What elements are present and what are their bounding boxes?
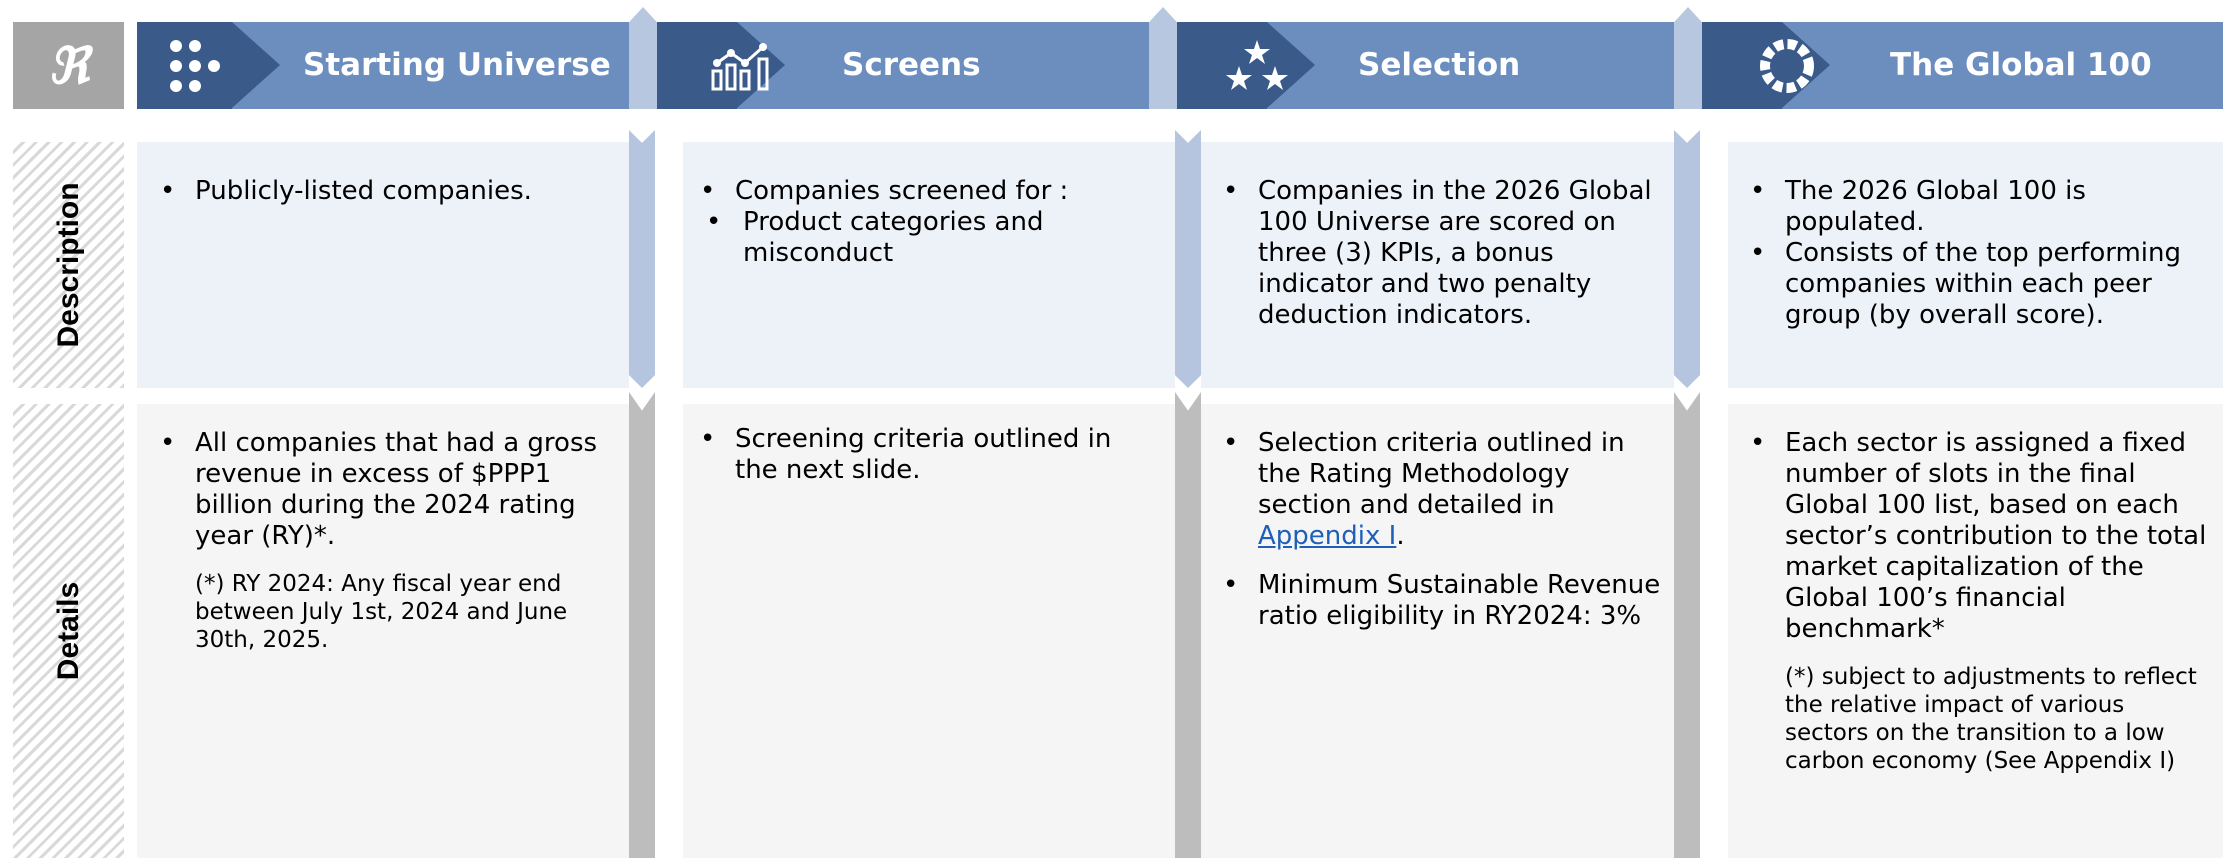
chart-icon	[707, 22, 777, 109]
header-separator	[1674, 7, 1702, 109]
header-global-100: The Global 100	[1702, 22, 2223, 109]
header-screens: Screens	[657, 22, 1149, 109]
description-text-4: The 2026 Global 100 is populated. Consis…	[1748, 176, 2213, 331]
description-text-3: Companies in the 2026 Global 100 Univers…	[1221, 176, 1666, 331]
details-text-3: Selection criteria outlined in the Ratin…	[1221, 428, 1666, 632]
bullet-item: Each sector is assigned a fixed number o…	[1748, 428, 2213, 645]
details-text-4: Each sector is assigned a fixed number o…	[1748, 428, 2213, 775]
bullet-item: Screening criteria outlined in the next …	[698, 424, 1158, 486]
ring-icon	[1752, 22, 1822, 109]
footnote: (*) subject to adjustments to reflect th…	[1785, 664, 2197, 774]
header-starting-universe: Starting Universe	[137, 22, 629, 109]
column-separator	[1674, 130, 1700, 388]
header-title: Selection	[1358, 47, 1521, 83]
row-label-details: Details	[13, 404, 124, 858]
header-separator	[1149, 7, 1177, 109]
bullet-item: Consists of the top performing companies…	[1748, 238, 2213, 331]
bullet-item: Publicly-listed companies.	[158, 176, 618, 207]
header-title: Starting Universe	[303, 47, 611, 83]
column-separator	[1175, 130, 1201, 388]
header-selection: Selection	[1177, 22, 1674, 109]
description-text-1: Publicly-listed companies.	[158, 176, 618, 207]
grid-dots-icon	[165, 22, 225, 109]
column-separator	[1175, 392, 1201, 858]
appendix-link[interactable]: Appendix I	[1258, 521, 1396, 551]
footnote: (*) RY 2024: Any fiscal year end between…	[195, 571, 568, 653]
logo-mark: ℜ	[48, 36, 89, 95]
bullet-item: All companies that had a gross revenue i…	[158, 428, 618, 552]
header-title: Screens	[842, 47, 981, 83]
column-separator	[1674, 392, 1700, 858]
stars-icon	[1222, 22, 1292, 109]
bullet-item: The 2026 Global 100 is populated.	[1748, 176, 2213, 238]
column-separator	[629, 130, 655, 388]
logo: ℜ	[13, 22, 124, 109]
description-text-2: Companies screened for : Product categor…	[698, 176, 1158, 269]
bullet-item: Companies in the 2026 Global 100 Univers…	[1221, 176, 1666, 331]
column-separator	[629, 392, 655, 858]
details-text-2: Screening criteria outlined in the next …	[698, 424, 1158, 486]
header-title: The Global 100	[1890, 47, 2152, 83]
bullet-item: Selection criteria outlined in the Ratin…	[1221, 428, 1666, 552]
bullet-item: Minimum Sustainable Revenue ratio eligib…	[1221, 570, 1666, 632]
bullet-item: Companies screened for :	[698, 176, 1158, 207]
details-text-1: All companies that had a gross revenue i…	[158, 428, 618, 654]
row-label-description: Description	[13, 142, 124, 388]
sub-bullet-item: Product categories and misconduct	[698, 207, 1121, 269]
header-separator	[629, 7, 657, 109]
